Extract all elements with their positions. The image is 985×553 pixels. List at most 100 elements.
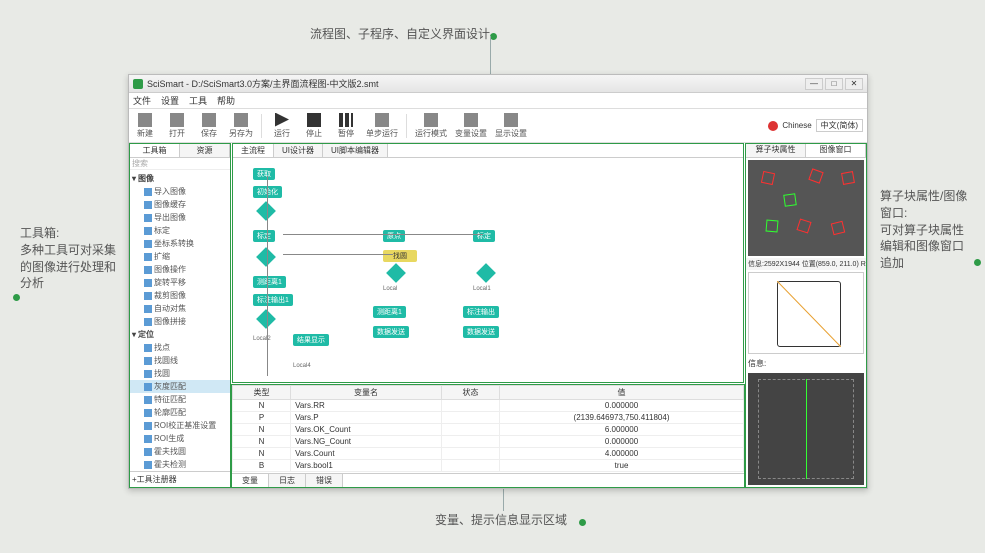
toolbox-tree[interactable]: ▾ 图像 导入图像图像缓存导出图像标定坐标系转换扩缩图像操作旋转平移裁剪图像自动…: [130, 170, 230, 471]
toolbox-search[interactable]: 搜索: [130, 158, 230, 170]
tab-resource[interactable]: 资源: [180, 144, 230, 157]
flowchart-canvas[interactable]: 获取 初始化 标定 原点 标定 找圆 Local Local1 测距离1 标注输…: [233, 158, 743, 382]
flow-block[interactable]: 标注输出: [463, 306, 499, 318]
tree-item[interactable]: 图像操作: [130, 263, 230, 276]
var-col-value[interactable]: 值: [500, 386, 744, 400]
minimize-button[interactable]: —: [805, 78, 823, 90]
table-row[interactable]: NVars.OK_Count6.000000: [233, 424, 744, 436]
var-col-state[interactable]: 状态: [441, 386, 499, 400]
tab-log[interactable]: 日志: [269, 474, 306, 487]
toolbar-separator: [406, 114, 407, 138]
save-button[interactable]: 保存: [197, 113, 221, 139]
flow-diamond[interactable]: [476, 263, 496, 283]
table-row[interactable]: NVars.NG_Count0.000000: [233, 436, 744, 448]
flow-block[interactable]: 数据发送: [463, 326, 499, 338]
flow-diamond[interactable]: [256, 201, 276, 221]
flow-diamond[interactable]: [386, 263, 406, 283]
image-preview-3[interactable]: [748, 373, 864, 485]
flow-diamond[interactable]: [256, 247, 276, 267]
menu-tools[interactable]: 工具: [189, 94, 207, 107]
flow-block[interactable]: 原点: [383, 230, 405, 242]
chip-marker: [808, 168, 823, 183]
tree-item[interactable]: 灰度匹配: [130, 380, 230, 393]
toolbox-footer[interactable]: +工具注册器: [130, 471, 230, 487]
runmode-button[interactable]: 运行模式: [415, 113, 447, 139]
menu-file[interactable]: 文件: [133, 94, 151, 107]
tab-ui-script[interactable]: UI脚本编辑器: [323, 144, 388, 157]
tab-toolbox[interactable]: 工具箱: [130, 144, 180, 157]
variable-tabs: 变量 日志 错误: [232, 473, 744, 487]
flow-block[interactable]: 获取: [253, 168, 275, 180]
tree-item[interactable]: 坐标系转换: [130, 237, 230, 250]
flag-icon: [768, 121, 778, 131]
flow-block[interactable]: 标定: [473, 230, 495, 242]
open-button[interactable]: 打开: [165, 113, 189, 139]
flow-block[interactable]: 找圆: [383, 250, 417, 262]
stop-button[interactable]: 停止: [302, 113, 326, 139]
tree-item[interactable]: 图像拼接: [130, 315, 230, 328]
tree-item[interactable]: 旋转平移: [130, 276, 230, 289]
tree-item-label: 旋转平移: [154, 277, 186, 288]
step-button[interactable]: 单步运行: [366, 113, 398, 139]
tree-item[interactable]: 找圆: [130, 367, 230, 380]
tree-item[interactable]: 自动对焦: [130, 302, 230, 315]
tree-item[interactable]: 找圆线: [130, 354, 230, 367]
flow-diamond[interactable]: [256, 309, 276, 329]
callout-line: [490, 36, 491, 76]
menu-help[interactable]: 帮助: [217, 94, 235, 107]
variable-panel: 类型 变量名 状态 值 NVars.RR0.000000PVars.P(2139…: [231, 384, 745, 488]
language-selector[interactable]: Chinese 中文(简体): [768, 119, 863, 132]
tab-image-window[interactable]: 图像窗口: [806, 144, 866, 157]
new-button[interactable]: 新建: [133, 113, 157, 139]
tree-item[interactable]: 霍夫检测: [130, 458, 230, 471]
tree-item[interactable]: ROI生成: [130, 432, 230, 445]
tree-item[interactable]: ROI校正基准设置: [130, 419, 230, 432]
tool-icon: [144, 227, 152, 235]
tree-item[interactable]: 标定: [130, 224, 230, 237]
table-row[interactable]: NVars.RR0.000000: [233, 400, 744, 412]
var-col-name[interactable]: 变量名: [291, 386, 442, 400]
run-button[interactable]: 运行: [270, 113, 294, 139]
tree-item[interactable]: 导出图像: [130, 211, 230, 224]
table-row[interactable]: BVars.bool1true: [233, 460, 744, 472]
tab-error[interactable]: 错误: [306, 474, 343, 487]
tree-item[interactable]: 裁剪图像: [130, 289, 230, 302]
menu-settings[interactable]: 设置: [161, 94, 179, 107]
title-bar[interactable]: SciSmart - D:/SciSmart3.0方案/主界面流程图-中文版2.…: [129, 75, 867, 93]
tree-item-label: 找圆线: [154, 355, 178, 366]
tree-item[interactable]: 特征匹配: [130, 393, 230, 406]
tree-item[interactable]: 霍夫找圆: [130, 445, 230, 458]
saveas-button[interactable]: 另存为: [229, 113, 253, 139]
maximize-button[interactable]: □: [825, 78, 843, 90]
tab-variables[interactable]: 变量: [232, 474, 269, 487]
varset-button[interactable]: 变量设置: [455, 113, 487, 139]
flow-block[interactable]: 标定: [253, 230, 275, 242]
cell-state: [441, 424, 499, 436]
var-col-type[interactable]: 类型: [233, 386, 291, 400]
flow-block[interactable]: 标注输出1: [253, 294, 293, 306]
variable-table[interactable]: 类型 变量名 状态 值 NVars.RR0.000000PVars.P(2139…: [232, 385, 744, 473]
tab-block-props[interactable]: 算子块属性: [746, 144, 806, 157]
pause-button[interactable]: 暂停: [334, 113, 358, 139]
dispset-button[interactable]: 显示设置: [495, 113, 527, 139]
flow-block[interactable]: 测距离1: [373, 306, 406, 318]
image-preview-1[interactable]: [748, 160, 864, 256]
tab-mainflow[interactable]: 主流程: [233, 144, 274, 157]
table-row[interactable]: PVars.P(2139.646973,750.411804): [233, 412, 744, 424]
table-row[interactable]: NVars.Count4.000000: [233, 448, 744, 460]
tree-item[interactable]: 扩缩: [130, 250, 230, 263]
tree-item[interactable]: 找点: [130, 341, 230, 354]
info-label: 信息:: [746, 356, 866, 371]
flow-block[interactable]: 测距离1: [253, 276, 286, 288]
tree-item[interactable]: 轮廓匹配: [130, 406, 230, 419]
tree-item[interactable]: 导入图像: [130, 185, 230, 198]
tree-item[interactable]: 图像缓存: [130, 198, 230, 211]
close-button[interactable]: ✕: [845, 78, 863, 90]
tab-ui-designer[interactable]: UI设计器: [274, 144, 323, 157]
tree-category-image[interactable]: ▾ 图像: [130, 172, 230, 185]
dispset-icon: [504, 113, 518, 127]
flow-block[interactable]: 数据发送: [373, 326, 409, 338]
tree-category-locate[interactable]: ▾ 定位: [130, 328, 230, 341]
flow-block[interactable]: 结果显示: [293, 334, 329, 346]
image-preview-2[interactable]: [748, 272, 864, 354]
